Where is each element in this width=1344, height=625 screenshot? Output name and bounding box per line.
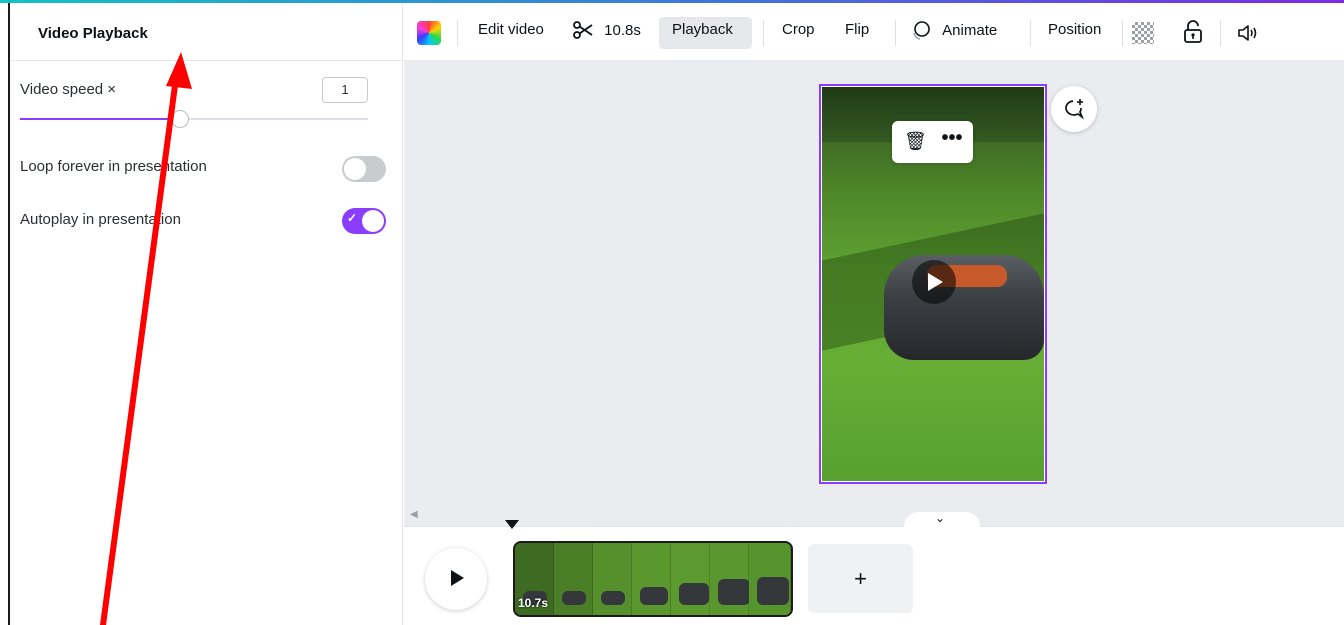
timeline-scrollbar[interactable] bbox=[404, 506, 1344, 527]
thumbnail-subject bbox=[679, 583, 709, 605]
lock-icon[interactable] bbox=[1182, 20, 1204, 44]
clip-thumbnail bbox=[593, 543, 632, 615]
toolbar: Edit video 10.8s Playback Crop Flip Anim… bbox=[404, 3, 1344, 61]
scroll-left-icon[interactable]: ◀ bbox=[410, 509, 418, 520]
clip-thumbnail bbox=[671, 543, 710, 615]
divider bbox=[763, 20, 764, 46]
divider bbox=[1122, 20, 1123, 46]
slider-handle[interactable] bbox=[170, 110, 189, 128]
clip-thumbnail bbox=[632, 543, 671, 615]
position-button[interactable]: Position bbox=[1048, 21, 1101, 38]
play-icon bbox=[451, 570, 464, 586]
video-speed-input[interactable]: 1 bbox=[322, 77, 368, 103]
video-speed-label: Video speed × bbox=[20, 81, 117, 98]
loop-toggle[interactable] bbox=[342, 156, 386, 182]
divider bbox=[1030, 20, 1031, 46]
toggle-knob bbox=[344, 158, 366, 180]
divider bbox=[895, 20, 896, 46]
flip-button[interactable]: Flip bbox=[845, 21, 869, 38]
thumbnail-subject bbox=[718, 579, 750, 605]
play-icon bbox=[928, 273, 943, 291]
loop-label: Loop forever in presentation bbox=[20, 158, 207, 175]
toggle-knob bbox=[362, 210, 384, 232]
clip-thumbnail bbox=[710, 543, 750, 615]
autoplay-toggle[interactable]: ✓ bbox=[342, 208, 386, 234]
add-comment-icon bbox=[1065, 99, 1084, 120]
add-page-button[interactable]: + bbox=[808, 544, 913, 613]
playback-button[interactable]: Playback bbox=[672, 21, 733, 38]
trash-icon[interactable]: 🗑 bbox=[904, 127, 927, 155]
clip-duration: 10.7s bbox=[518, 596, 549, 610]
thumbnail-subject bbox=[640, 587, 668, 605]
volume-icon[interactable] bbox=[1236, 22, 1260, 44]
check-icon: ✓ bbox=[347, 211, 358, 225]
video-clip[interactable] bbox=[513, 541, 793, 617]
panel-header: Video Playback bbox=[10, 3, 403, 61]
color-swatch-icon[interactable] bbox=[417, 21, 441, 45]
animate-icon bbox=[913, 21, 930, 40]
video-speed-slider[interactable] bbox=[20, 118, 368, 120]
edit-video-button[interactable]: Edit video bbox=[478, 21, 544, 38]
more-icon[interactable]: ••• bbox=[940, 124, 964, 152]
panel-title: Video Playback bbox=[38, 25, 148, 42]
add-comment-button[interactable] bbox=[1051, 86, 1097, 132]
playhead-marker[interactable] bbox=[505, 520, 519, 529]
slider-fill bbox=[20, 118, 170, 120]
animate-label: Animate bbox=[942, 21, 998, 39]
clip-thumbnail bbox=[749, 543, 791, 615]
thumbnail-subject bbox=[562, 591, 586, 605]
trim-duration: 10.8s bbox=[604, 21, 641, 39]
trim-button[interactable]: 10.8s bbox=[572, 19, 641, 41]
scissors-icon bbox=[573, 21, 593, 39]
transparency-icon[interactable] bbox=[1132, 22, 1154, 44]
autoplay-label: Autoplay in presentation bbox=[20, 211, 181, 228]
crop-button[interactable]: Crop bbox=[782, 21, 815, 38]
clip-thumbnail bbox=[554, 543, 593, 615]
thumbnail-subject bbox=[757, 577, 789, 605]
divider bbox=[457, 20, 458, 46]
chevron-down-icon: ⌄ bbox=[935, 511, 946, 525]
thumbnail-subject bbox=[601, 591, 625, 605]
animate-button[interactable]: Animate bbox=[910, 19, 997, 41]
divider bbox=[1220, 20, 1221, 46]
